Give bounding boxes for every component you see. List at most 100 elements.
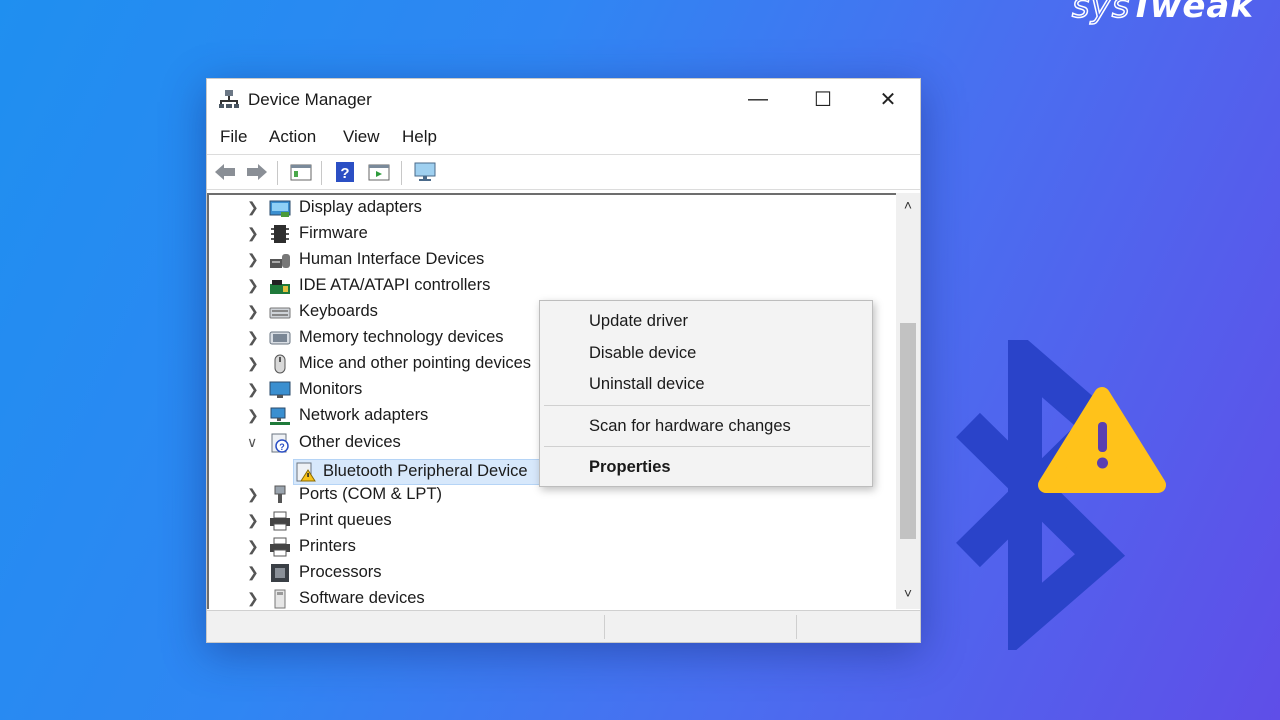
properties-label: Properties <box>589 458 671 476</box>
toolbar-separator <box>321 161 322 185</box>
menu-action[interactable]: Action <box>269 127 316 147</box>
brand-logo: sysTweak <box>1071 0 1254 27</box>
scroll-thumb[interactable] <box>900 323 916 539</box>
ide-controller-icon <box>270 280 290 294</box>
minimize-icon: — <box>748 87 768 110</box>
chevron-right-icon[interactable]: ❯ <box>247 407 259 424</box>
status-divider <box>796 615 797 639</box>
tree-item-label: Other devices <box>299 433 401 451</box>
printer-icon <box>270 537 290 557</box>
hid-icon <box>270 254 290 268</box>
tree-item-label: Print queues <box>299 511 392 529</box>
menu-separator <box>544 446 870 447</box>
tree-item-label: Bluetooth Peripheral Device <box>323 462 528 480</box>
minimize-button[interactable]: — <box>728 79 788 119</box>
processor-icon <box>271 564 289 582</box>
forward-button[interactable] <box>245 161 269 183</box>
monitor-scan-icon <box>414 162 436 181</box>
scroll-up-icon[interactable]: ˄ <box>896 197 920 217</box>
tree-item-label: Printers <box>299 537 356 555</box>
toolbar: ? <box>207 154 920 190</box>
tree-item-label: Firmware <box>299 224 368 242</box>
chevron-down-icon[interactable]: ∨ <box>247 434 257 451</box>
tree-item-label: Display adapters <box>299 198 422 216</box>
chevron-right-icon[interactable]: ❯ <box>247 355 259 372</box>
tree-item-label: Monitors <box>299 380 363 398</box>
title-bar: Device Manager — ☐ ✕ <box>207 79 920 121</box>
chevron-right-icon[interactable]: ❯ <box>247 251 259 268</box>
tree-category[interactable]: ❯ Human Interface Devices <box>209 247 897 273</box>
chevron-right-icon[interactable]: ❯ <box>247 199 259 216</box>
bluetooth-warning-illustration <box>956 340 1166 650</box>
tree-item-label: Ports (COM & LPT) <box>299 485 443 503</box>
scan-hardware-button[interactable] <box>413 161 437 183</box>
software-device-icon <box>274 589 286 609</box>
tree-category[interactable]: ❯ Print queues <box>209 508 897 534</box>
other-devices-icon: ? <box>271 433 289 453</box>
chevron-right-icon[interactable]: ❯ <box>247 486 259 503</box>
menu-help[interactable]: Help <box>402 127 437 147</box>
menu-bar: File Action View Help <box>207 123 920 153</box>
update-driver-label: Update driver <box>589 312 689 330</box>
maximize-icon: ☐ <box>814 88 832 111</box>
chevron-right-icon[interactable]: ❯ <box>247 381 259 398</box>
chevron-right-icon[interactable]: ❯ <box>247 277 259 294</box>
properties-icon <box>368 164 390 181</box>
network-adapter-icon <box>270 407 290 425</box>
help-icon: ? <box>336 162 354 182</box>
properties-toolbar-button[interactable] <box>367 161 391 183</box>
tree-item-label: Processors <box>299 563 382 581</box>
menu-scan-hardware[interactable]: Scan for hardware changes <box>540 411 872 441</box>
brand-name: Tweak <box>1130 0 1254 26</box>
console-tree-icon <box>290 164 312 181</box>
monitor-icon <box>269 381 291 398</box>
context-menu: Update driver Disable device Uninstall d… <box>539 300 873 487</box>
tree-item-label: Software devices <box>299 589 425 607</box>
disable-device-label: Disable device <box>589 344 697 362</box>
tree-category[interactable]: ❯ Display adapters <box>209 195 897 221</box>
chevron-right-icon[interactable]: ❯ <box>247 225 259 242</box>
back-button[interactable] <box>213 161 237 183</box>
forward-arrow-icon <box>247 164 267 180</box>
menu-update-driver[interactable]: Update driver <box>540 306 872 336</box>
tree-item-label: Memory technology devices <box>299 328 504 346</box>
menu-disable-device[interactable]: Disable device <box>540 338 872 368</box>
chevron-right-icon[interactable]: ❯ <box>247 303 259 320</box>
toolbar-separator <box>401 161 402 185</box>
uninstall-device-label: Uninstall device <box>589 375 705 393</box>
menu-properties[interactable]: Properties <box>540 452 872 482</box>
chevron-right-icon[interactable]: ❯ <box>247 329 259 346</box>
tree-category[interactable]: ❯ Processors <box>209 560 897 586</box>
svg-text:?: ? <box>340 165 349 182</box>
mouse-icon <box>274 354 286 374</box>
tree-category[interactable]: ❯ Printers <box>209 534 897 560</box>
window-title: Device Manager <box>248 90 372 109</box>
tree-item-label: IDE ATA/ATAPI controllers <box>299 276 491 294</box>
keyboard-icon <box>269 307 291 319</box>
svg-text:?: ? <box>279 442 285 452</box>
chevron-right-icon[interactable]: ❯ <box>247 512 259 529</box>
close-icon: ✕ <box>879 88 897 111</box>
chevron-right-icon[interactable]: ❯ <box>247 538 259 555</box>
tree-category[interactable]: ❯ Software devices <box>209 586 897 609</box>
close-button[interactable]: ✕ <box>858 79 918 119</box>
menu-view[interactable]: View <box>343 127 380 147</box>
chevron-right-icon[interactable]: ❯ <box>247 564 259 581</box>
maximize-button[interactable]: ☐ <box>793 79 853 119</box>
help-button[interactable]: ? <box>333 161 357 183</box>
menu-separator <box>544 405 870 406</box>
tree-item-label: Keyboards <box>299 302 378 320</box>
scroll-down-icon[interactable]: ˅ <box>896 585 920 605</box>
tree-category[interactable]: ❯ Firmware <box>209 221 897 247</box>
show-hide-console-button[interactable] <box>289 161 313 183</box>
vertical-scrollbar[interactable]: ˄ ˅ <box>896 193 920 609</box>
status-divider <box>604 615 605 639</box>
chevron-right-icon[interactable]: ❯ <box>247 590 259 607</box>
firmware-icon <box>271 225 289 243</box>
menu-uninstall-device[interactable]: Uninstall device <box>540 369 872 399</box>
print-queue-icon <box>270 511 290 531</box>
menu-file[interactable]: File <box>220 127 247 147</box>
tree-item-label: Human Interface Devices <box>299 250 485 268</box>
tree-category[interactable]: ❯ IDE ATA/ATAPI controllers <box>209 273 897 299</box>
memory-icon <box>269 331 291 345</box>
